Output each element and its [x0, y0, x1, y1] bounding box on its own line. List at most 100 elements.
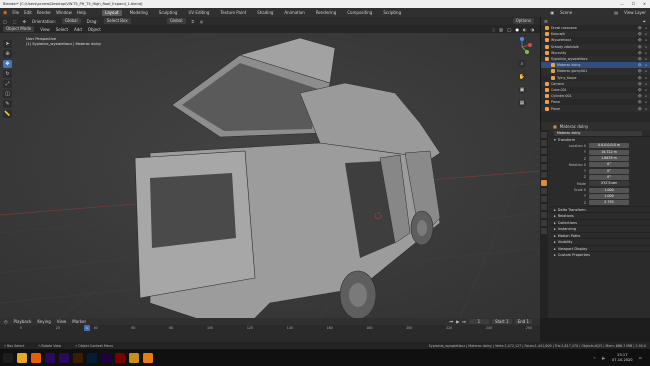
location-y-field[interactable]: 16.722 m: [589, 149, 629, 155]
render-camera-icon[interactable]: ▫: [645, 107, 647, 111]
modifier-tab-icon[interactable]: [541, 188, 547, 194]
visibility-eye-icon[interactable]: 👁: [638, 69, 642, 73]
outliner-filter-icon[interactable]: ⏷: [643, 19, 650, 24]
render-camera-icon[interactable]: ▫: [645, 76, 647, 80]
view-layer-tab-icon[interactable]: [541, 156, 547, 162]
zoom-icon[interactable]: ⌕: [518, 60, 526, 68]
visibility-eye-icon[interactable]: 👁: [638, 32, 642, 36]
after-effects-icon[interactable]: [59, 352, 69, 363]
select-tool-icon[interactable]: ➤: [3, 40, 12, 48]
tab-layout[interactable]: Layout: [101, 9, 122, 16]
scale-x-field[interactable]: 1.000: [589, 187, 629, 193]
outliner-editor-icon[interactable]: ☰: [544, 19, 548, 24]
firefox-icon[interactable]: [31, 352, 41, 363]
visibility-eye-icon[interactable]: 👁: [638, 45, 642, 49]
visibility-eye-icon[interactable]: 👁: [638, 76, 642, 80]
visibility-eye-icon[interactable]: 👁: [638, 88, 642, 92]
shading-rendered-icon[interactable]: ◑: [531, 27, 535, 32]
object-name-field[interactable]: Materac dolny: [554, 130, 642, 136]
tab-uv-editing[interactable]: UV Editing: [185, 10, 212, 16]
overlay-icon[interactable]: ◌: [492, 27, 496, 32]
menu-playback[interactable]: Playback: [14, 319, 32, 324]
menu-select[interactable]: Select: [56, 27, 68, 32]
photoshop-icon[interactable]: [87, 352, 97, 363]
render-camera-icon[interactable]: ▫: [645, 88, 647, 92]
visibility-eye-icon[interactable]: 👁: [638, 51, 642, 55]
visibility-eye-icon[interactable]: 👁: [638, 26, 642, 30]
start-frame-field[interactable]: Start 1: [491, 318, 512, 325]
output-tab-icon[interactable]: [541, 148, 547, 154]
proportional-icon[interactable]: ◎: [200, 19, 204, 24]
rotation-x-field[interactable]: 0°: [589, 162, 629, 168]
render-camera-icon[interactable]: ▫: [645, 38, 647, 42]
axis-gizmo[interactable]: [510, 37, 534, 58]
clock[interactable]: 23:17 07.10.2020: [612, 353, 633, 362]
move-tool-icon[interactable]: ✥: [3, 60, 12, 68]
view-layer-selector[interactable]: View Layer: [624, 10, 646, 15]
render-camera-icon[interactable]: ▫: [645, 69, 647, 73]
render-camera-icon[interactable]: ▫: [645, 51, 647, 55]
render-tab-icon[interactable]: [541, 140, 547, 146]
blender-icon[interactable]: [143, 352, 153, 363]
annotate-tool-icon[interactable]: ✎: [3, 100, 12, 108]
menu-render[interactable]: Render: [37, 10, 51, 15]
scale-tool-icon[interactable]: ⤢: [3, 80, 12, 88]
tab-modeling[interactable]: Modeling: [127, 10, 151, 16]
tab-rendering[interactable]: Rendering: [313, 10, 339, 16]
play-icon[interactable]: ▶: [456, 319, 459, 324]
options-dropdown[interactable]: Options: [512, 18, 534, 24]
media-encoder-icon[interactable]: [101, 352, 111, 363]
render-camera-icon[interactable]: ▫: [645, 82, 647, 86]
acrobat-icon[interactable]: [115, 352, 125, 363]
scene-tab-icon[interactable]: [541, 164, 547, 170]
tab-texture-paint[interactable]: Texture Paint: [217, 10, 249, 16]
property-section[interactable]: ▸ Custom Properties: [551, 251, 650, 258]
visibility-eye-icon[interactable]: 👁: [638, 100, 642, 104]
pan-icon[interactable]: ✋: [518, 73, 526, 81]
tab-animation[interactable]: Animation: [281, 10, 307, 16]
outliner-item[interactable]: Plane 👁 ▫: [541, 105, 650, 112]
tab-shading[interactable]: Shading: [254, 10, 276, 16]
shading-solid-icon[interactable]: ●: [516, 27, 520, 32]
menu-add[interactable]: Add: [74, 27, 82, 32]
3d-viewport[interactable]: [0, 33, 540, 318]
render-camera-icon[interactable]: ▫: [645, 63, 647, 67]
measure-tool-icon[interactable]: 📏: [3, 110, 12, 118]
transform-tool-icon[interactable]: ◫: [3, 90, 12, 98]
menu-marker[interactable]: Marker: [72, 319, 86, 324]
rotation-z-field[interactable]: 0°: [589, 174, 629, 180]
close-button[interactable]: ✕: [643, 2, 646, 6]
menu-file[interactable]: File: [12, 10, 19, 15]
render-camera-icon[interactable]: ▫: [645, 94, 647, 98]
menu-edit[interactable]: Edit: [24, 10, 32, 15]
cursor-tool-icon[interactable]: ⊕: [3, 50, 12, 58]
folder-icon[interactable]: [129, 352, 139, 363]
network-icon[interactable]: ⌁: [593, 356, 595, 360]
render-camera-icon[interactable]: ▫: [645, 45, 647, 49]
camera-view-icon[interactable]: ▣: [518, 86, 526, 94]
maximize-button[interactable]: ☐: [632, 2, 635, 6]
scale-y-field[interactable]: 1.000: [589, 193, 629, 199]
mode-dropdown[interactable]: Object Mode: [3, 26, 35, 32]
perspective-toggle-icon[interactable]: ▦: [518, 99, 526, 107]
render-camera-icon[interactable]: ▫: [645, 57, 647, 61]
visibility-eye-icon[interactable]: 👁: [638, 38, 642, 42]
orientation-dropdown[interactable]: Global: [61, 18, 81, 24]
jump-start-icon[interactable]: ⏮: [450, 319, 454, 324]
render-camera-icon[interactable]: ▫: [645, 26, 647, 30]
snap-icon[interactable]: ⌗: [192, 19, 194, 24]
object-tab-icon[interactable]: [541, 180, 547, 186]
scene-selector[interactable]: Scene: [560, 10, 572, 15]
visibility-eye-icon[interactable]: 👁: [638, 63, 642, 67]
illustrator-icon[interactable]: [73, 352, 83, 363]
world-tab-icon[interactable]: [541, 172, 547, 178]
tool-tab-icon[interactable]: [541, 132, 547, 138]
editor-type-icon[interactable]: ▢: [3, 19, 7, 24]
tab-scripting[interactable]: Scripting: [380, 10, 404, 16]
tab-sculpting[interactable]: Sculpting: [156, 10, 181, 16]
material-tab-icon[interactable]: [541, 228, 547, 234]
scale-z-field[interactable]: 2.795: [589, 200, 629, 206]
current-frame-field[interactable]: 1: [468, 318, 489, 325]
menu-object[interactable]: Object: [88, 27, 101, 32]
end-frame-field[interactable]: End 1: [514, 318, 532, 325]
